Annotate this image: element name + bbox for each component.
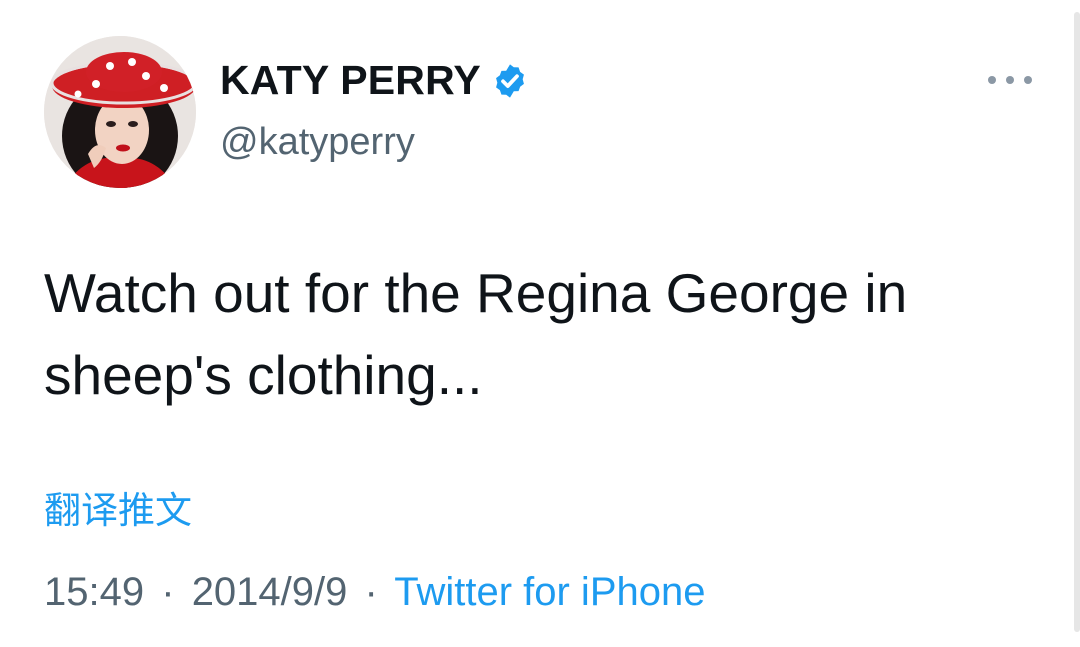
more-dot <box>1006 76 1014 84</box>
more-options-icon[interactable] <box>988 68 1032 92</box>
tweet-text-line: Watch out for the Regina George in <box>44 262 908 324</box>
verified-badge-icon <box>491 62 529 100</box>
tweet-card: KATY PERRY @katyperry Watch out for the … <box>0 0 1080 647</box>
more-dot <box>988 76 996 84</box>
scrollbar[interactable] <box>1074 12 1080 632</box>
avatar[interactable] <box>44 36 196 188</box>
tweet-text: Watch out for the Regina George in sheep… <box>44 252 1034 416</box>
tweet-header: KATY PERRY @katyperry <box>44 36 529 188</box>
author-names: KATY PERRY @katyperry <box>220 55 529 164</box>
meta-separator: · <box>364 570 378 614</box>
user-handle[interactable]: @katyperry <box>220 121 529 164</box>
more-dot <box>1024 76 1032 84</box>
display-name[interactable]: KATY PERRY <box>220 57 481 104</box>
tweet-source-link[interactable]: Twitter for iPhone <box>394 570 705 614</box>
meta-separator: · <box>161 570 175 614</box>
translate-tweet-link[interactable]: 翻译推文 <box>44 480 192 534</box>
tweet-time[interactable]: 15:49 <box>44 570 144 614</box>
display-name-row: KATY PERRY <box>220 55 529 107</box>
avatar-image <box>44 36 196 188</box>
tweet-meta: 15:49 · 2014/9/9 · Twitter for iPhone <box>44 570 705 615</box>
tweet-text-line: sheep's clothing... <box>44 344 483 406</box>
tweet-date[interactable]: 2014/9/9 <box>192 570 348 614</box>
